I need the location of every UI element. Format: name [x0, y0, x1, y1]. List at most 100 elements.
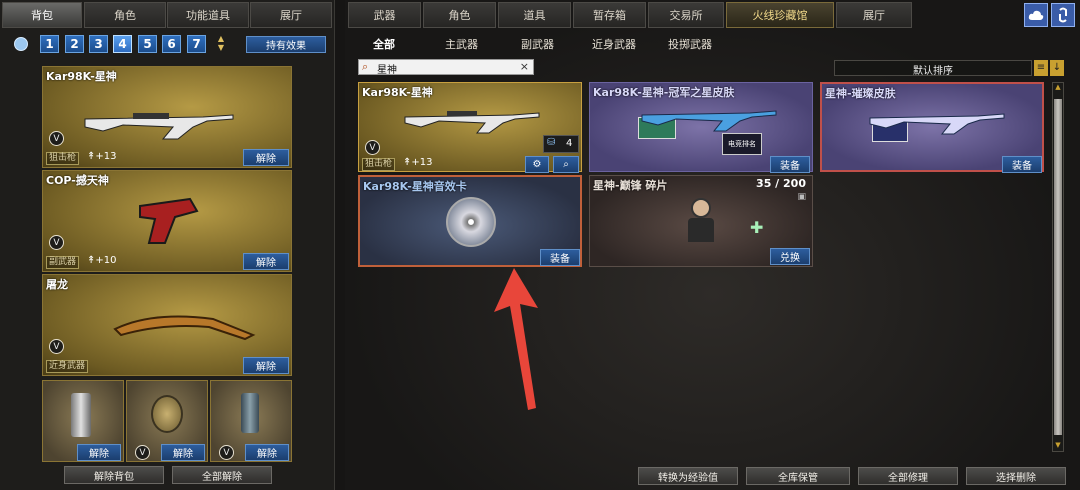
esports-badge-icon: 电竞排名 [722, 133, 762, 155]
melee-weapon-icon [113, 307, 263, 350]
equipped-slot-grenade-1[interactable]: 解除 [42, 380, 124, 462]
storage-icon: ⛁ [547, 137, 556, 148]
effect-button[interactable]: 持有效果 [246, 36, 326, 53]
bag-number-2[interactable]: 2 [65, 35, 84, 53]
subtab-primary[interactable]: 主武器 [445, 36, 478, 52]
gear-icon: ⚙ [532, 159, 542, 170]
unequip-button[interactable]: 解除 [243, 149, 289, 166]
scrollbar[interactable]: ▲ ▼ [1052, 82, 1064, 452]
red-arrow-annotation [490, 268, 550, 416]
unequip-all-button[interactable]: 全部解除 [172, 466, 272, 484]
bag-number-1[interactable]: 1 [40, 35, 59, 53]
subtab-throwing[interactable]: 投掷武器 [668, 36, 712, 52]
scroll-thumb[interactable] [1054, 99, 1062, 435]
unequip-button[interactable]: 解除 [77, 444, 121, 461]
item-name: 星神-巅锋 碎片 [593, 179, 668, 192]
unequip-button[interactable]: 解除 [245, 444, 289, 461]
search-input[interactable]: 星神 [377, 61, 397, 76]
slot-item-name: 屠龙 [46, 278, 68, 291]
tab-items[interactable]: 道具 [498, 2, 571, 28]
item-name: 星神-璀璨皮肤 [825, 87, 896, 100]
tab-showroom[interactable]: 展厅 [250, 2, 332, 28]
enhance-value: +13 [411, 157, 433, 168]
equip-button[interactable]: 装备 [1002, 156, 1042, 173]
enhance-value: +13 [95, 151, 117, 162]
scroll-up-icon[interactable]: ▲ [1053, 83, 1063, 93]
slot-item-name: Kar98K-星神 [46, 70, 117, 83]
unequip-bag-button[interactable]: 解除背包 [64, 466, 164, 484]
tab-storage[interactable]: 暂存箱 [573, 2, 646, 28]
unequip-button[interactable]: 解除 [243, 357, 289, 374]
equip-button[interactable]: 装备 [540, 249, 580, 266]
item-name: Kar98K-星神-冠军之星皮肤 [593, 86, 735, 99]
tab-character[interactable]: 角色 [84, 2, 166, 28]
v-badge-icon: V [49, 235, 64, 250]
bag-scroll-arrows-icon[interactable]: ▲ ▼ [214, 34, 228, 54]
equipped-slot-grenade-3[interactable]: V 解除 [210, 380, 292, 462]
bag-number-6[interactable]: 6 [162, 35, 181, 53]
search-box[interactable]: ⌕ 星神 × [358, 59, 534, 76]
sniper-rifle-icon [868, 108, 1008, 141]
item-name: Kar98K-星神音效卡 [363, 180, 467, 193]
scroll-down-icon[interactable]: ▼ [1053, 441, 1063, 451]
tab-bag[interactable]: 背包 [2, 2, 82, 28]
tab-character[interactable]: 角色 [423, 2, 496, 28]
enhance-level: ↟+13 [403, 157, 433, 168]
tab-exchange[interactable]: 交易所 [648, 2, 724, 28]
bag-number-3[interactable]: 3 [89, 35, 108, 53]
slot-item-name: COP-撼天神 [46, 174, 109, 187]
stack-count: 4 [566, 138, 573, 149]
store-all-button[interactable]: 全库保管 [746, 467, 850, 485]
inspect-button[interactable]: ⌕ [553, 156, 579, 173]
bag-number-4[interactable]: 4 [113, 35, 132, 53]
sort-list-icon[interactable]: ≡ [1034, 60, 1048, 76]
tab-showroom[interactable]: 展厅 [836, 2, 912, 28]
repair-all-button[interactable]: 全部修理 [858, 467, 958, 485]
exchange-button[interactable]: 兑换 [770, 248, 810, 265]
tab-collection[interactable]: 火线珍藏馆 [726, 2, 834, 28]
sort-direction-icon[interactable]: ↓ [1050, 60, 1064, 76]
tab-weapons[interactable]: 武器 [348, 2, 421, 28]
v-badge-icon: V [219, 445, 234, 460]
equip-button[interactable]: 装备 [770, 156, 810, 173]
v-badge-icon: V [49, 339, 64, 354]
enhance-level: ↟+13 [87, 151, 117, 162]
equipped-slot-melee[interactable]: 屠龙 V 近身武器 解除 [42, 274, 292, 376]
item-type-tag: 狙击枪 [362, 158, 396, 171]
bag-number-7[interactable]: 7 [187, 35, 206, 53]
convert-to-exp-button[interactable]: 转换为经验值 [638, 467, 738, 485]
stack-count-box: ⛁ 4 [543, 135, 579, 153]
v-badge-icon: V [49, 131, 64, 146]
sniper-rifle-icon [83, 109, 243, 140]
sort-dropdown[interactable]: 默认排序 [834, 60, 1032, 77]
subtab-secondary[interactable]: 副武器 [521, 36, 554, 52]
cloud-icon[interactable] [1024, 3, 1048, 27]
music-disc-icon [446, 197, 496, 247]
smoke-grenade-icon [241, 393, 259, 433]
unequip-button[interactable]: 解除 [243, 253, 289, 270]
settings-button[interactable]: ⚙ [525, 156, 549, 173]
item-card-fragment[interactable]: 星神-巅锋 碎片 35 / 200 ▣ ✚ 兑换 [589, 175, 813, 267]
slot-type-tag: 狙击枪 [46, 152, 80, 165]
search-icon: ⌕ [362, 60, 369, 73]
item-card-champion-skin[interactable]: Kar98K-星神-冠军之星皮肤 电竞排名 装备 [589, 82, 813, 173]
select-delete-button[interactable]: 选择删除 [966, 467, 1066, 485]
item-name: Kar98K-星神 [362, 86, 433, 99]
subtab-all[interactable]: 全部 [373, 36, 395, 52]
tab-function-items[interactable]: 功能道具 [167, 2, 249, 28]
v-badge-icon: V [365, 140, 380, 155]
item-card-brilliant-skin[interactable]: 星神-璀璨皮肤 装备 [820, 82, 1044, 173]
magnifier-icon: ⌕ [563, 159, 569, 170]
unequip-button[interactable]: 解除 [161, 444, 205, 461]
equipped-slot-grenade-2[interactable]: V 解除 [126, 380, 208, 462]
item-card-sound-card[interactable]: Kar98K-星神音效卡 装备 [358, 175, 582, 267]
link-icon[interactable] [1051, 3, 1075, 27]
bag-number-5[interactable]: 5 [138, 35, 157, 53]
equipped-slot-secondary[interactable]: COP-撼天神 V 副武器 ↟+10 解除 [42, 170, 292, 272]
equipped-slot-primary[interactable]: Kar98K-星神 V 狙击枪 ↟+13 解除 [42, 66, 292, 168]
sort-label: 默认排序 [913, 66, 953, 77]
subtab-melee[interactable]: 近身武器 [592, 36, 636, 52]
search-clear-icon[interactable]: × [520, 60, 529, 73]
item-card-kar98k[interactable]: Kar98K-星神 V 狙击枪 ↟+13 ⛁ 4 ⚙ ⌕ [358, 82, 582, 173]
bag-icon [14, 37, 28, 51]
